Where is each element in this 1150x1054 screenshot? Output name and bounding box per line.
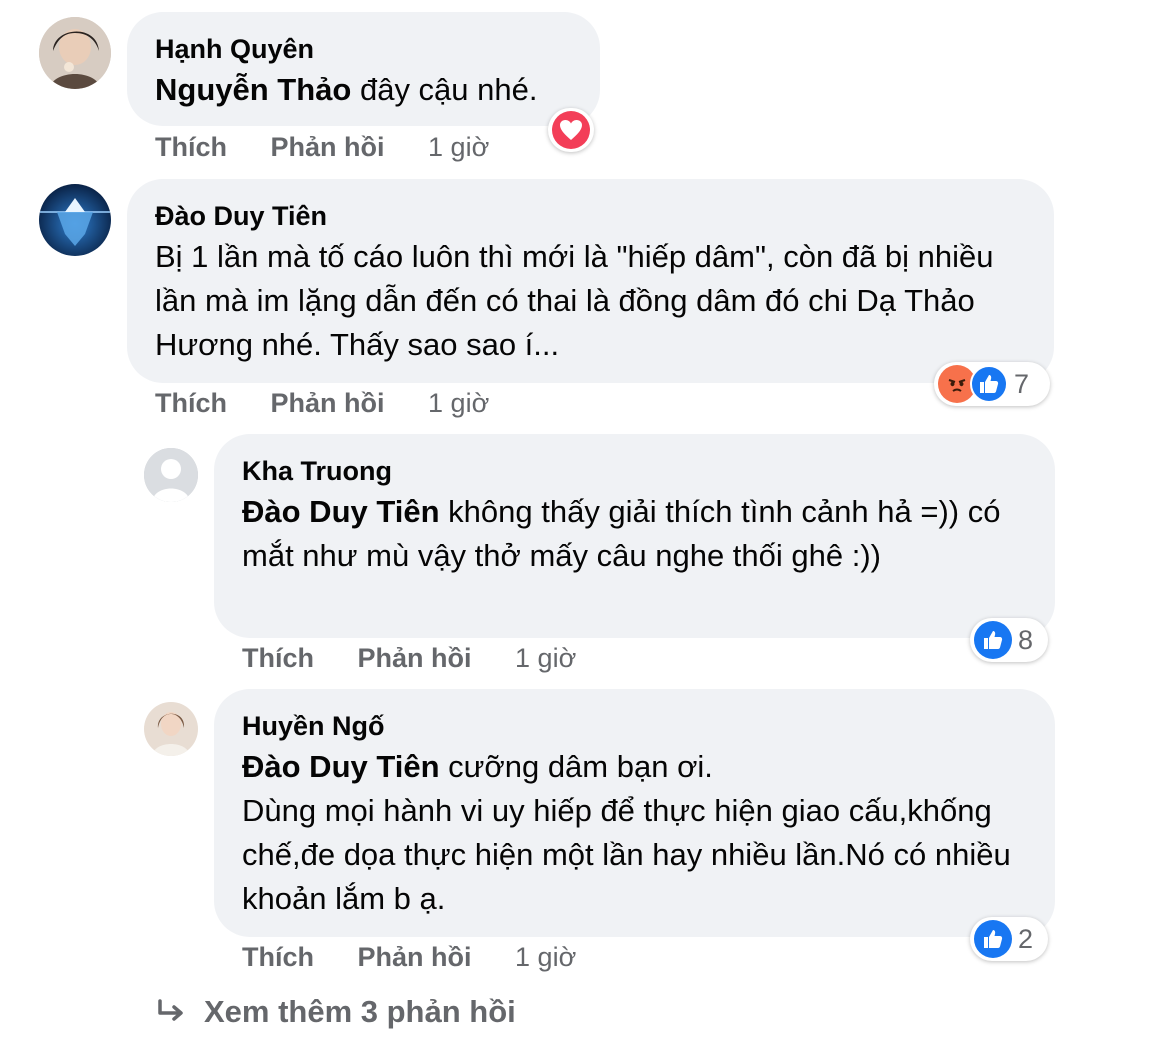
reply-button[interactable]: Phản hồi (271, 388, 385, 418)
reaction-summary[interactable]: 2 (970, 917, 1048, 961)
comment-author[interactable]: Huyền Ngố (242, 709, 1027, 743)
timestamp[interactable]: 1 giờ (515, 942, 576, 972)
see-more-replies-button[interactable]: Xem thêm 3 phản hồi (156, 994, 516, 1030)
comment-text: đây cậu nhé. (351, 72, 538, 107)
timestamp[interactable]: 1 giờ (515, 643, 576, 673)
like-button[interactable]: Thích (155, 388, 227, 418)
avatar[interactable] (39, 184, 111, 256)
like-button[interactable]: Thích (242, 942, 314, 972)
timestamp[interactable]: 1 giờ (428, 132, 489, 162)
reply-bubble: Huyền Ngố Đào Duy Tiên cưỡng dâm bạn ơi.… (214, 689, 1055, 937)
reaction-count: 7 (1014, 368, 1030, 399)
like-icon (974, 621, 1012, 659)
comment-author[interactable]: Hạnh Quyên (155, 32, 572, 66)
like-icon (970, 365, 1008, 403)
reaction-summary[interactable] (548, 108, 594, 152)
reply-button[interactable]: Phản hồi (358, 643, 472, 673)
like-button[interactable]: Thích (242, 643, 314, 673)
comment-actions: Thích Phản hồi 1 giờ (242, 940, 576, 974)
reply-button[interactable]: Phản hồi (271, 132, 385, 162)
reaction-summary[interactable]: 7 (934, 362, 1050, 406)
avatar[interactable] (144, 448, 198, 502)
timestamp[interactable]: 1 giờ (428, 388, 489, 418)
mention-link[interactable]: Nguyễn Thảo (155, 72, 351, 107)
like-icon (974, 920, 1012, 958)
reply-arrow-icon (156, 999, 186, 1025)
see-more-label: Xem thêm 3 phản hồi (204, 994, 516, 1029)
comment-actions: Thích Phản hồi 1 giờ (242, 641, 576, 675)
love-icon (552, 111, 590, 149)
comment-author[interactable]: Kha Truong (242, 454, 1027, 488)
comment-author[interactable]: Đào Duy Tiên (155, 199, 1026, 233)
avatar[interactable] (144, 702, 198, 756)
reply-button[interactable]: Phản hồi (358, 942, 472, 972)
reaction-summary[interactable]: 8 (970, 618, 1048, 662)
mention-link[interactable]: Đào Duy Tiên (242, 494, 440, 529)
reaction-count: 2 (1018, 923, 1034, 954)
comment-bubble: Đào Duy Tiên Bị 1 lần mà tố cáo luôn thì… (127, 179, 1054, 383)
comment-text: Bị 1 lần mà tố cáo luôn thì mới là "hiếp… (155, 239, 994, 362)
comment-actions: Thích Phản hồi 1 giờ (155, 386, 489, 420)
mention-link[interactable]: Đào Duy Tiên (242, 749, 440, 784)
reaction-count: 8 (1018, 624, 1034, 655)
comment-bubble: Hạnh Quyên Nguyễn Thảo đây cậu nhé. (127, 12, 600, 126)
like-button[interactable]: Thích (155, 132, 227, 162)
comment-actions: Thích Phản hồi 1 giờ (155, 130, 489, 164)
reply-bubble: Kha Truong Đào Duy Tiên không thấy giải … (214, 434, 1055, 638)
avatar[interactable] (39, 17, 111, 89)
